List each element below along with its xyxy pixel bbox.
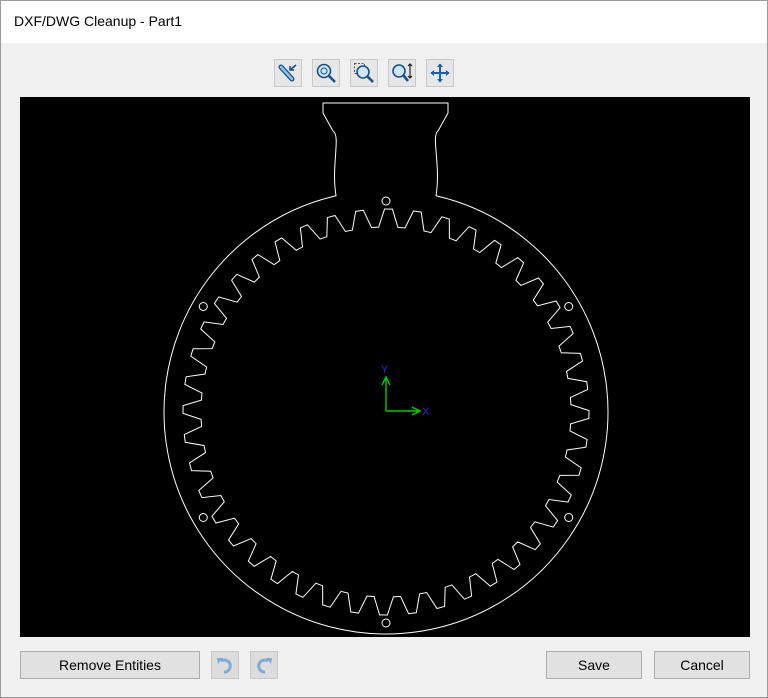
redo-button[interactable] bbox=[250, 651, 278, 679]
cancel-button[interactable]: Cancel bbox=[654, 651, 750, 679]
title-bar: DXF/DWG Cleanup - Part1 bbox=[1, 1, 767, 43]
zoom-area-icon bbox=[353, 62, 375, 84]
drawing-viewport[interactable]: Y X bbox=[20, 97, 750, 637]
window-title: DXF/DWG Cleanup - Part1 bbox=[14, 13, 182, 29]
zoom-in-out-button[interactable] bbox=[388, 59, 416, 87]
mounting-holes bbox=[199, 197, 572, 627]
view-toolbar bbox=[274, 59, 454, 87]
coordinate-axes: Y X bbox=[381, 364, 430, 418]
zoom-to-fit-button[interactable] bbox=[312, 59, 340, 87]
redo-icon bbox=[254, 655, 274, 675]
internal-gear-profile bbox=[183, 209, 589, 615]
pan-icon bbox=[429, 62, 451, 84]
select-tool-button[interactable] bbox=[274, 59, 302, 87]
save-button[interactable]: Save bbox=[546, 651, 642, 679]
y-axis-label: Y bbox=[381, 364, 389, 376]
mounting-hole bbox=[199, 303, 207, 311]
mounting-hole bbox=[199, 514, 207, 522]
x-axis-arrow bbox=[386, 407, 420, 415]
mounting-hole bbox=[382, 197, 390, 205]
undo-icon bbox=[215, 655, 235, 675]
pointer-select-icon bbox=[277, 62, 299, 84]
pan-button[interactable] bbox=[426, 59, 454, 87]
mounting-hole bbox=[565, 303, 573, 311]
x-axis-label: X bbox=[422, 406, 430, 418]
y-axis-arrow bbox=[382, 377, 390, 411]
part-drawing: Y X bbox=[20, 97, 750, 637]
mounting-hole bbox=[565, 514, 573, 522]
zoom-in-out-icon bbox=[391, 62, 413, 84]
mounting-hole bbox=[382, 619, 390, 627]
zoom-to-area-button[interactable] bbox=[350, 59, 378, 87]
dxf-cleanup-dialog: DXF/DWG Cleanup - Part1 bbox=[0, 0, 768, 698]
zoom-fit-icon bbox=[315, 62, 337, 84]
undo-button[interactable] bbox=[211, 651, 239, 679]
remove-entities-button[interactable]: Remove Entities bbox=[20, 651, 200, 679]
